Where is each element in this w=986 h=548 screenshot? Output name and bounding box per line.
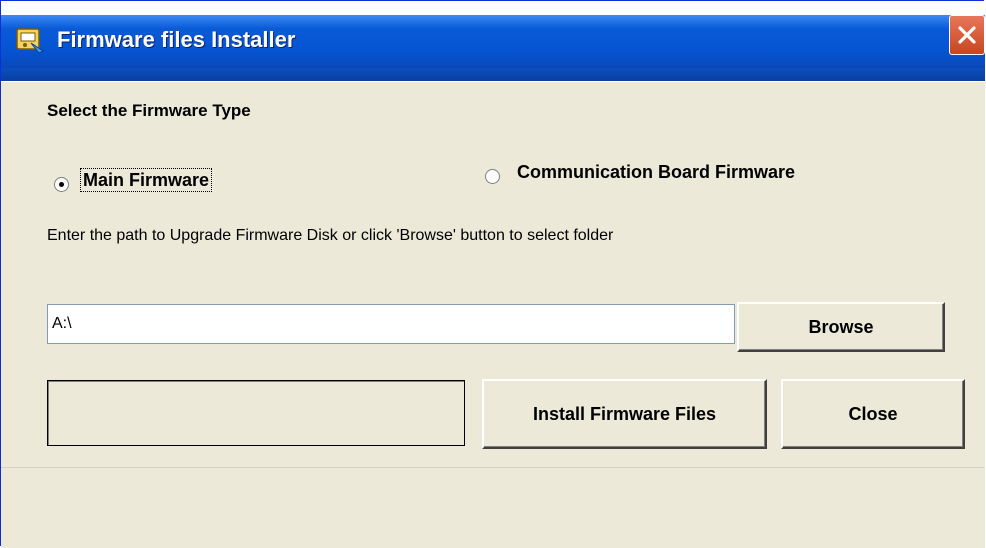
main-firmware-radio[interactable] xyxy=(54,177,69,192)
main-firmware-label[interactable]: Main Firmware xyxy=(79,168,213,192)
install-firmware-files-button[interactable]: Install Firmware Files xyxy=(482,379,767,449)
close-button[interactable]: Close xyxy=(781,379,965,449)
firmware-installer-window: Firmware files Installer Select the Firm… xyxy=(0,0,985,548)
firmware-path-input[interactable] xyxy=(47,304,735,344)
close-window-button[interactable] xyxy=(949,15,985,55)
communication-board-firmware-radio[interactable] xyxy=(485,169,500,184)
browse-button[interactable]: Browse xyxy=(737,302,945,352)
status-box xyxy=(47,380,465,446)
title-bar[interactable]: Firmware files Installer xyxy=(1,1,985,81)
window-title: Firmware files Installer xyxy=(57,27,296,52)
path-instructions: Enter the path to Upgrade Firmware Disk … xyxy=(47,227,614,244)
footer-divider xyxy=(1,467,985,468)
installer-icon xyxy=(16,28,44,54)
communication-board-firmware-label[interactable]: Communication Board Firmware xyxy=(517,161,795,183)
title-bar-top-strip xyxy=(1,1,985,15)
close-x-icon xyxy=(958,26,976,44)
radio-selected-dot xyxy=(59,182,64,187)
title-bar-bottom-strip xyxy=(1,68,985,81)
firmware-type-heading: Select the Firmware Type xyxy=(47,101,251,120)
